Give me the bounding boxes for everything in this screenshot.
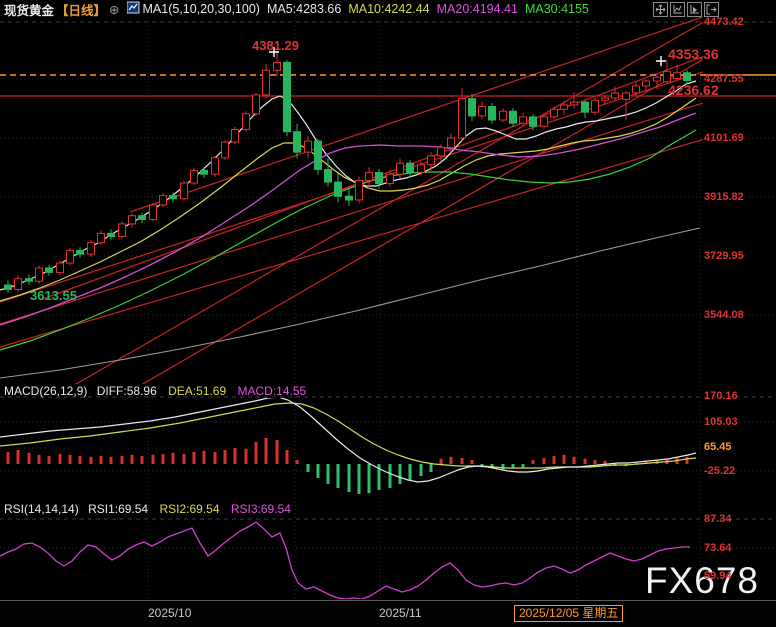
price-axis-label: 3544.08 <box>704 309 744 321</box>
time-axis[interactable]: 2025/10 2025/11 2025/12/05 星期五 <box>0 600 776 627</box>
price-axis-label: 4473.42 <box>704 16 744 28</box>
ma5-value: MA5:4283.66 <box>267 2 341 16</box>
chart-svg[interactable] <box>0 0 776 627</box>
ma20-value: MA20:4194.41 <box>437 2 518 16</box>
trading-app-window: 现货黄金 【日线】 ⊕ MA1(5,10,20,30,100) MA5:4283… <box>0 0 776 627</box>
indicator-setup-icon[interactable] <box>670 2 685 17</box>
macd-axis-label: 65.45 <box>704 441 732 453</box>
ma10-value: MA10:4242.44 <box>348 2 429 16</box>
rsi-axis-label: 59.94 <box>704 570 732 582</box>
exit-chart-icon[interactable] <box>704 2 719 17</box>
play-forward-icon[interactable] <box>687 2 702 17</box>
symbol-title: 现货黄金 <box>4 0 54 19</box>
price-axis-label: 3915.82 <box>704 191 744 203</box>
time-label-nov: 2025/11 <box>379 606 422 620</box>
price-annotation: 3613.55 <box>30 288 77 303</box>
price-axis-label: 4101.69 <box>704 132 744 144</box>
add-indicator-icon[interactable]: ⊕ <box>109 2 119 17</box>
macd-axis-label: 170.16 <box>704 390 738 402</box>
chart-canvas[interactable] <box>0 0 776 627</box>
macd-pane-header: MACD(26,12,9) DIFF:58.96 DEA:51.69 MACD:… <box>4 384 306 398</box>
price-annotation: 4381.29 <box>252 38 299 53</box>
price-annotation: 4353.36 <box>668 46 719 62</box>
ma30-value: MA30:4155 <box>525 2 589 16</box>
rsi-pane-header: RSI(14,14,14) RSI1:69.54 RSI2:69.54 RSI3… <box>4 502 291 516</box>
macd-axis-label: -25.22 <box>704 465 735 477</box>
price-axis-label: 3729.95 <box>704 250 744 262</box>
chart-header: 现货黄金 【日线】 ⊕ MA1(5,10,20,30,100) MA5:4283… <box>4 1 589 17</box>
current-date-box: 2025/12/05 星期五 <box>514 605 623 622</box>
rsi-name[interactable]: RSI(14,14,14) <box>4 502 79 516</box>
period-label[interactable]: 【日线】 <box>56 0 106 19</box>
macd-axis-label: 105.03 <box>704 416 738 428</box>
macd-diff-value: DIFF:58.96 <box>97 384 157 398</box>
rsi1-value: RSI1:69.54 <box>88 502 148 516</box>
mini-chart-icon <box>127 1 140 17</box>
rsi-axis-label: 73.64 <box>704 542 732 554</box>
macd-dea-value: DEA:51.69 <box>168 384 226 398</box>
macd-name[interactable]: MACD(26,12,9) <box>4 384 87 398</box>
fx678-watermark: FX678 <box>645 560 759 602</box>
rsi3-value: RSI3:69.54 <box>231 502 291 516</box>
time-label-oct: 2025/10 <box>148 606 191 620</box>
rsi-axis-label: 87.34 <box>704 513 732 525</box>
price-annotation: 4236.62 <box>668 82 719 98</box>
rsi2-value: RSI2:69.54 <box>159 502 219 516</box>
ma-group-label[interactable]: MA1(5,10,20,30,100) <box>143 2 260 16</box>
chart-toolbar <box>653 2 719 17</box>
move-crosshair-icon[interactable] <box>653 2 668 17</box>
macd-macd-value: MACD:14.55 <box>237 384 306 398</box>
